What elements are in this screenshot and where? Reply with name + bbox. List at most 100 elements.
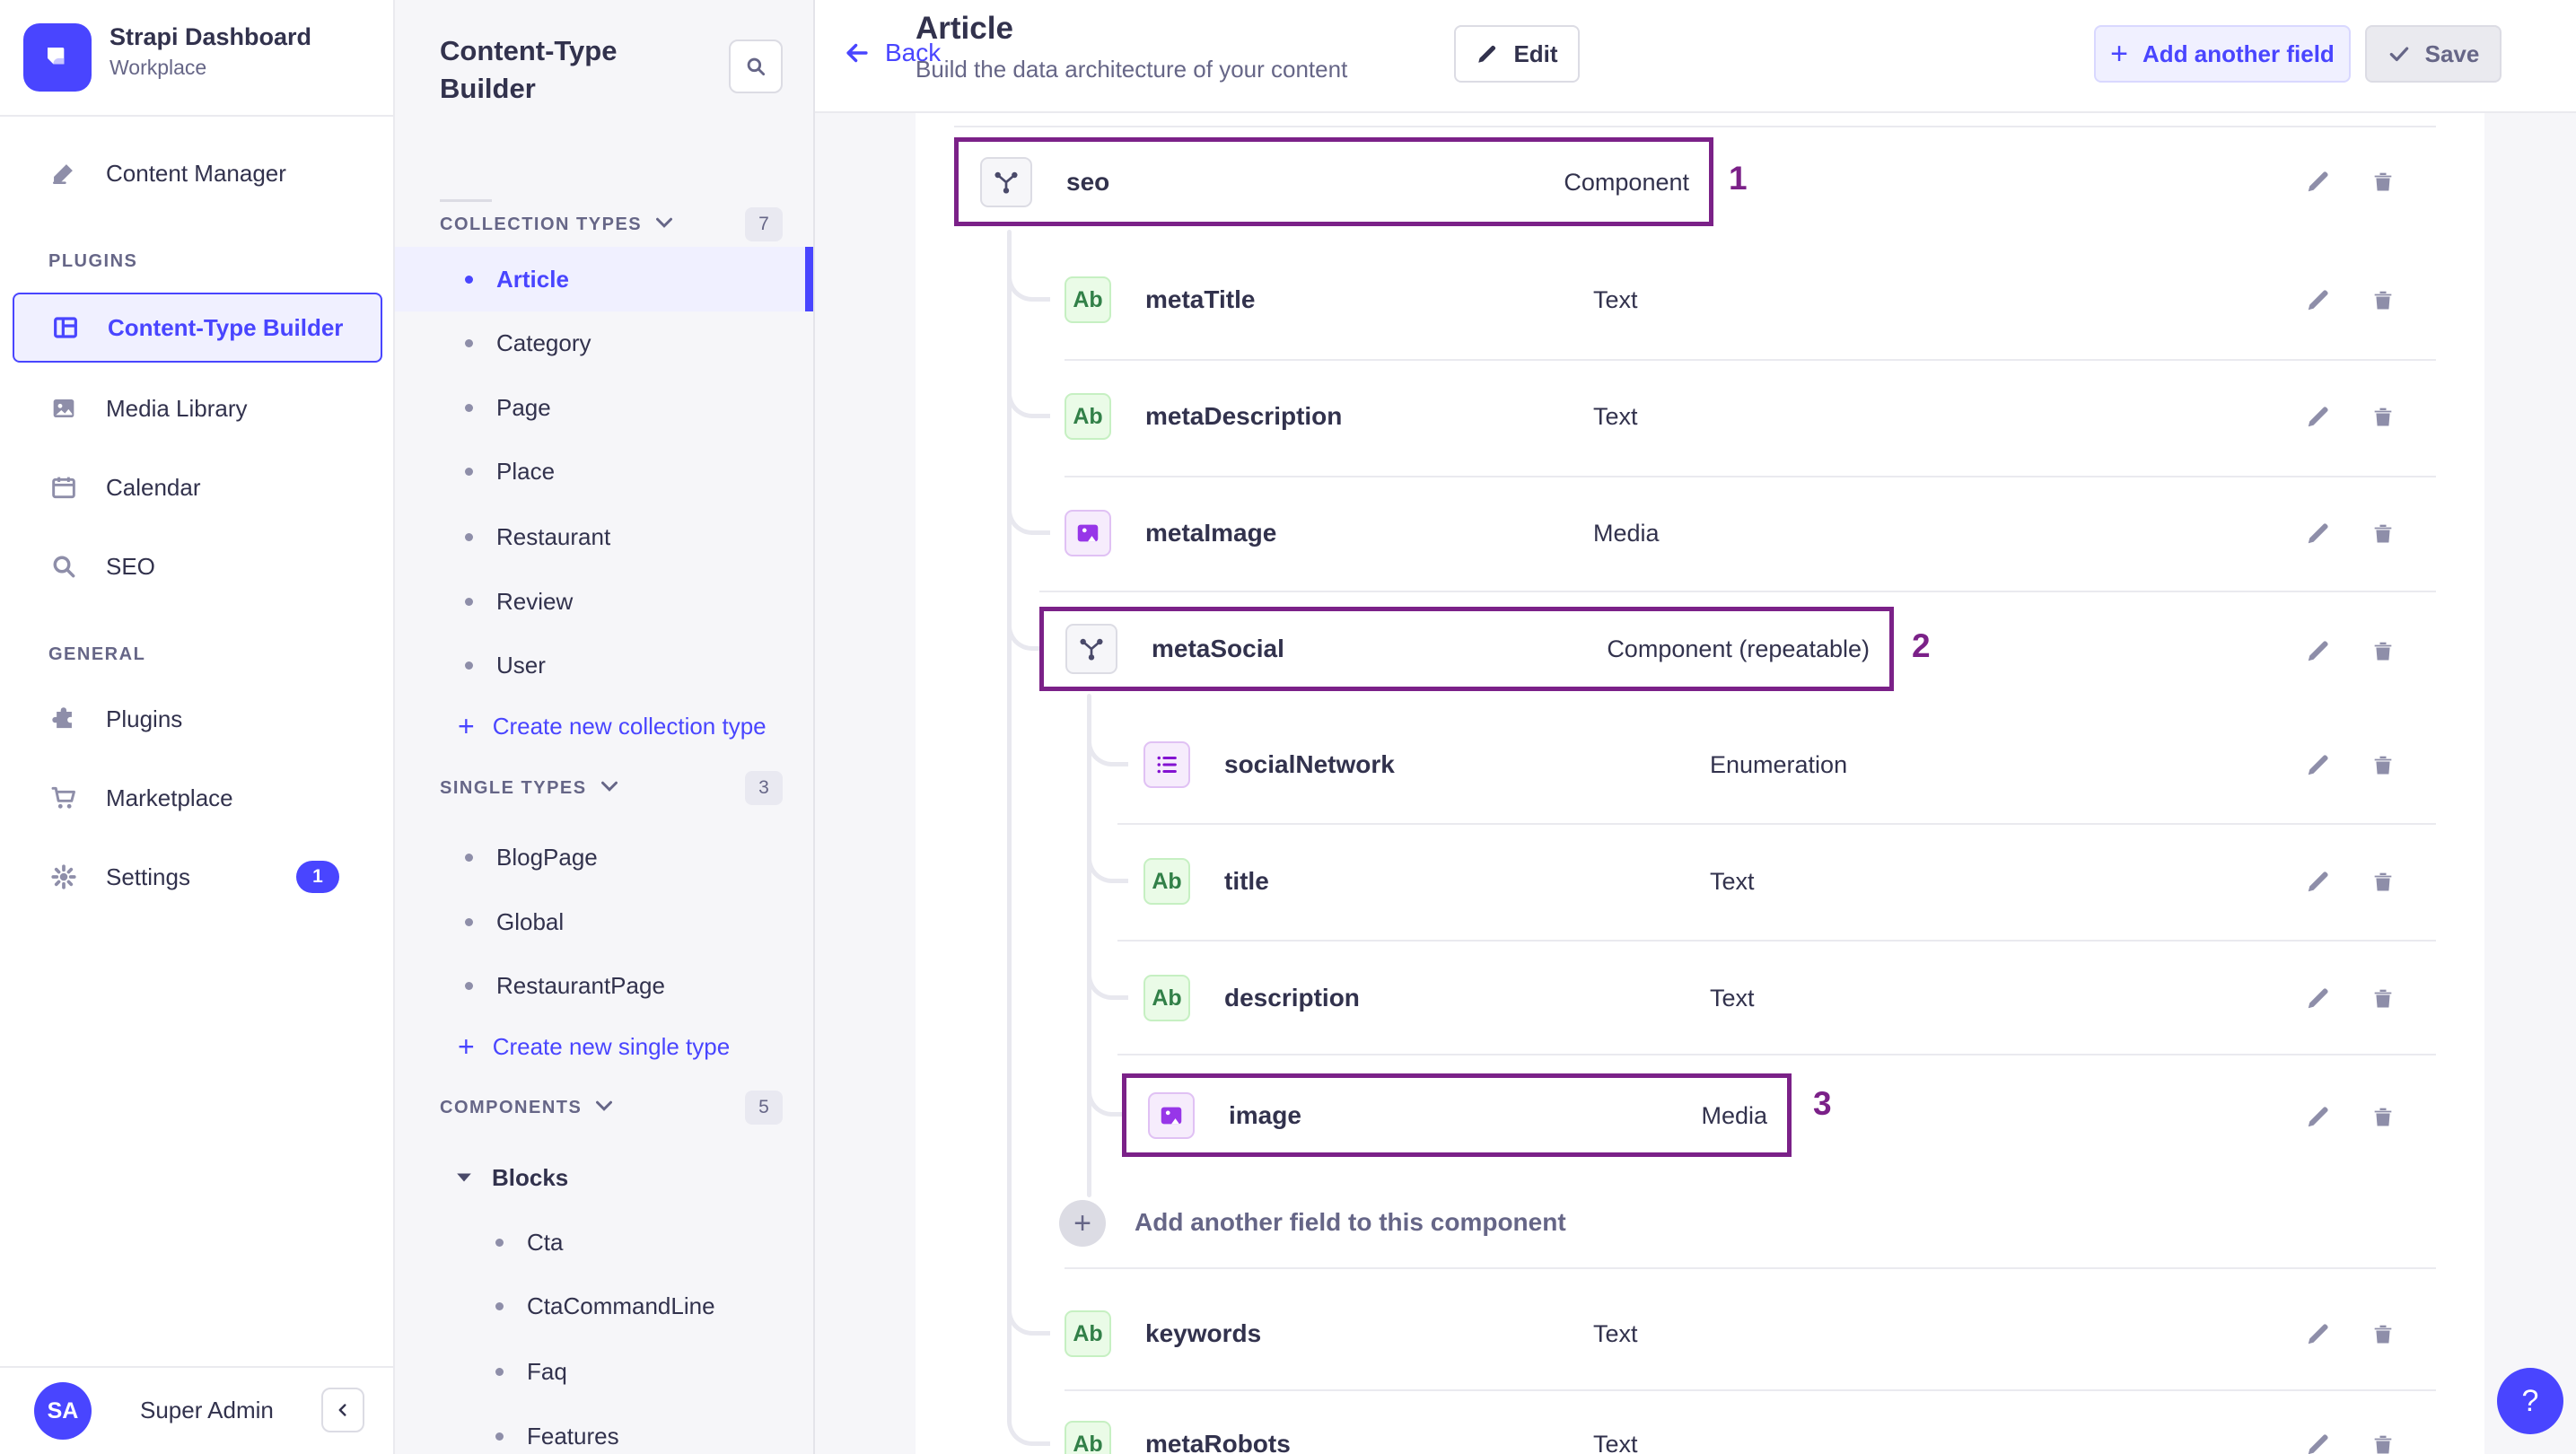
nav-item-blogpage[interactable]: BlogPage bbox=[395, 825, 813, 889]
delete-field-button[interactable] bbox=[2368, 635, 2398, 666]
nav-item-label: User bbox=[496, 651, 546, 679]
trash-icon bbox=[2374, 172, 2392, 191]
edit-field-button[interactable] bbox=[2303, 518, 2334, 548]
trash-icon bbox=[2374, 1108, 2392, 1126]
delete-field-button[interactable] bbox=[2368, 518, 2398, 548]
section-title: SINGLE TYPES bbox=[440, 777, 587, 798]
check-icon bbox=[2388, 42, 2411, 66]
nav-item-article[interactable]: Article bbox=[395, 247, 813, 311]
edit-field-button[interactable] bbox=[2303, 285, 2334, 315]
delete-field-button[interactable] bbox=[2368, 866, 2398, 897]
delete-field-button[interactable] bbox=[2368, 1429, 2398, 1454]
field-type: Text bbox=[1593, 1431, 1638, 1454]
nav-group-blocks[interactable]: Blocks bbox=[395, 1145, 813, 1210]
nav-item-restaurant[interactable]: Restaurant bbox=[395, 504, 813, 569]
trash-icon bbox=[2374, 291, 2392, 310]
sidebar-item-settings[interactable]: Settings 1 bbox=[13, 845, 382, 908]
edit-field-button[interactable] bbox=[2303, 1318, 2334, 1349]
edit-field-button[interactable] bbox=[2303, 401, 2334, 432]
edit-field-button[interactable] bbox=[2303, 166, 2334, 197]
section-title: COLLECTION TYPES bbox=[440, 214, 643, 234]
edit-field-button[interactable] bbox=[2303, 983, 2334, 1013]
create-collection-type-link[interactable]: + Create new collection type bbox=[395, 696, 813, 756]
sidebar-footer: SA Super Admin bbox=[0, 1366, 393, 1454]
pencil-icon bbox=[2308, 1434, 2328, 1454]
components-count: 5 bbox=[745, 1090, 783, 1125]
sidebar-section-general: GENERAL bbox=[48, 644, 146, 664]
pencil-icon bbox=[2308, 872, 2328, 892]
single-types-header[interactable]: SINGLE TYPES 3 bbox=[440, 770, 783, 806]
delete-field-button[interactable] bbox=[2368, 166, 2398, 197]
page-subtitle: Build the data architecture of your cont… bbox=[916, 56, 1348, 83]
sidebar-item-label: Marketplace bbox=[106, 784, 233, 811]
delete-field-button[interactable] bbox=[2368, 749, 2398, 780]
nav-item-review[interactable]: Review bbox=[395, 569, 813, 634]
field-type: Text bbox=[1710, 868, 1755, 895]
media-field-icon bbox=[1065, 510, 1111, 556]
sidebar-item-content-type-builder[interactable]: Content-Type Builder bbox=[13, 293, 382, 363]
nav-item-label: Review bbox=[496, 587, 574, 615]
field-name: title bbox=[1224, 867, 1269, 895]
link-label: Create new collection type bbox=[492, 712, 767, 740]
nav-item-global[interactable]: Global bbox=[395, 889, 813, 954]
edit-field-button[interactable] bbox=[2303, 866, 2334, 897]
pencil-icon bbox=[2308, 290, 2328, 311]
plus-icon: + bbox=[458, 1029, 475, 1063]
delete-field-button[interactable] bbox=[2368, 983, 2398, 1013]
nav-item-label: Global bbox=[496, 907, 565, 935]
pencil-icon bbox=[2308, 171, 2328, 192]
sidebar-item-marketplace[interactable]: Marketplace bbox=[13, 766, 382, 829]
nav-item-ctacommandline[interactable]: CtaCommandLine bbox=[395, 1274, 813, 1338]
pencil-icon bbox=[2308, 407, 2328, 427]
tree-connector bbox=[1007, 499, 1050, 535]
delete-field-button[interactable] bbox=[2368, 1101, 2398, 1132]
annotation-1: 1 bbox=[1729, 160, 1748, 197]
save-button[interactable]: Save bbox=[2365, 25, 2502, 83]
trash-icon bbox=[2374, 407, 2392, 426]
nav-item-cta[interactable]: Cta bbox=[395, 1210, 813, 1274]
nav-item-category[interactable]: Category bbox=[395, 311, 813, 375]
component-icon bbox=[980, 156, 1032, 207]
sidebar-item-media-library[interactable]: Media Library bbox=[13, 377, 382, 440]
edit-field-button[interactable] bbox=[2303, 749, 2334, 780]
add-component-field-label[interactable]: Add another field to this component bbox=[1135, 1208, 1566, 1237]
nav-item-restaurantpage[interactable]: RestaurantPage bbox=[395, 953, 813, 1018]
nav-item-faq[interactable]: Faq bbox=[395, 1339, 813, 1404]
edit-field-button[interactable] bbox=[2303, 1101, 2334, 1132]
nav-item-features[interactable]: Features bbox=[395, 1404, 813, 1454]
create-single-type-link[interactable]: + Create new single type bbox=[395, 1017, 813, 1076]
sidebar-item-plugins[interactable]: Plugins bbox=[13, 688, 382, 750]
delete-field-button[interactable] bbox=[2368, 1318, 2398, 1349]
add-component-field-button[interactable]: + bbox=[1059, 1200, 1106, 1247]
sidebar-item-seo[interactable]: SEO bbox=[13, 535, 382, 598]
sidebar-section-plugins: PLUGINS bbox=[48, 251, 138, 271]
sidebar-item-calendar[interactable]: Calendar bbox=[13, 456, 382, 519]
add-another-field-button[interactable]: + Add another field bbox=[2094, 25, 2351, 83]
sidebar-item-label: Calendar bbox=[106, 473, 201, 501]
edit-field-button[interactable] bbox=[2303, 635, 2334, 666]
delete-field-button[interactable] bbox=[2368, 401, 2398, 432]
tree-connector bbox=[1007, 1410, 1050, 1446]
edit-field-button[interactable] bbox=[2303, 1429, 2334, 1454]
trash-icon bbox=[2374, 1435, 2392, 1454]
nav-item-user[interactable]: User bbox=[395, 633, 813, 697]
edit-button[interactable]: Edit bbox=[1454, 25, 1580, 83]
search-button[interactable] bbox=[729, 39, 783, 93]
builder-nav-title: Content-Type Builder bbox=[440, 35, 618, 104]
collection-types-header[interactable]: COLLECTION TYPES 7 bbox=[440, 206, 783, 242]
nav-item-place[interactable]: Place bbox=[395, 439, 813, 504]
components-header[interactable]: COMPONENTS 5 bbox=[440, 1090, 783, 1126]
collapse-sidebar-button[interactable] bbox=[321, 1388, 364, 1432]
nav-item-label: Restaurant bbox=[496, 522, 611, 550]
sidebar-item-content-manager[interactable]: Content Manager bbox=[13, 142, 382, 205]
field-type: Media bbox=[1593, 520, 1660, 547]
tree-connector bbox=[1007, 1300, 1050, 1336]
caret-down-icon bbox=[596, 1099, 613, 1117]
help-button[interactable]: ? bbox=[2497, 1368, 2563, 1434]
plus-icon: + bbox=[458, 709, 475, 742]
page-header: Back Article Build the data architecture… bbox=[815, 0, 2576, 113]
nav-item-page[interactable]: Page bbox=[395, 375, 813, 440]
row-divider bbox=[1117, 823, 2436, 825]
delete-field-button[interactable] bbox=[2368, 285, 2398, 315]
sidebar-item-label: Media Library bbox=[106, 394, 248, 422]
